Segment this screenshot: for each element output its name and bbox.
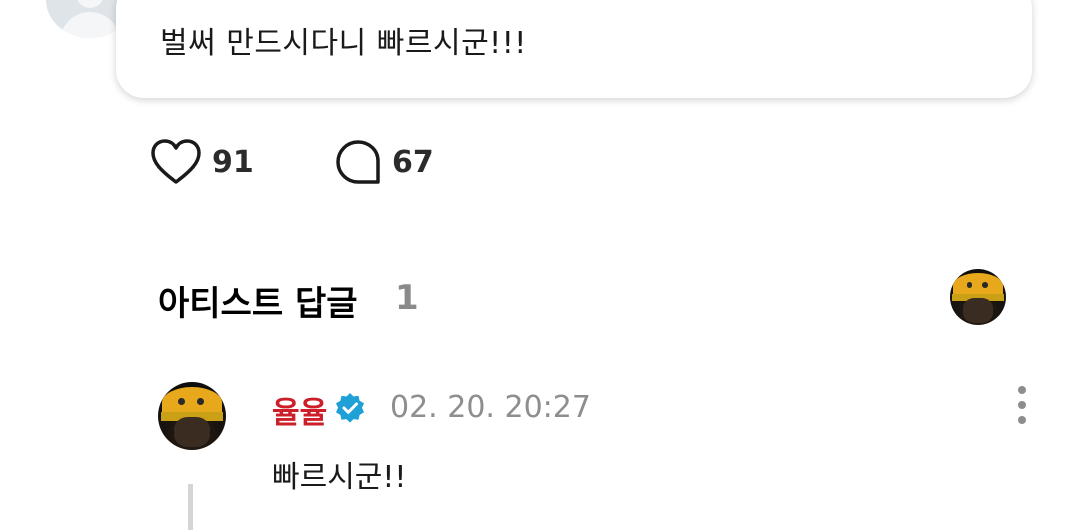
speech-bubble-icon [336,140,380,184]
reply-author-name[interactable]: 율율 [272,388,327,432]
reply-author-avatar[interactable] [158,382,226,450]
comment-text: 벌써 만드시다니 빠르시군!!! [160,26,527,61]
artist-replies-count: 1 [395,278,419,318]
thread-line [188,484,193,530]
dot [1018,416,1026,424]
dot [1018,401,1026,409]
default-avatar-body-icon [60,12,120,38]
artist-avatar[interactable] [950,269,1006,325]
heart-icon [151,139,201,184]
artist-replies-title: 아티스트 답글 [158,284,358,324]
reply-text: 빠르시군!! [272,460,407,495]
face-shape [963,298,993,323]
more-options-icon[interactable] [1010,386,1034,424]
verified-badge-icon [336,393,364,423]
dot [1018,386,1026,394]
face-shape [174,417,210,448]
default-avatar-head-icon [76,0,104,8]
like-button[interactable]: 91 [150,138,254,186]
comment-button[interactable]: 67 [334,138,434,186]
like-count: 91 [212,144,254,180]
comment-bubble: 벌써 만드시다니 빠르시군!!! [116,0,1032,98]
reply-timestamp: 02. 20. 20:27 [390,390,591,425]
comment-count: 67 [392,144,434,180]
